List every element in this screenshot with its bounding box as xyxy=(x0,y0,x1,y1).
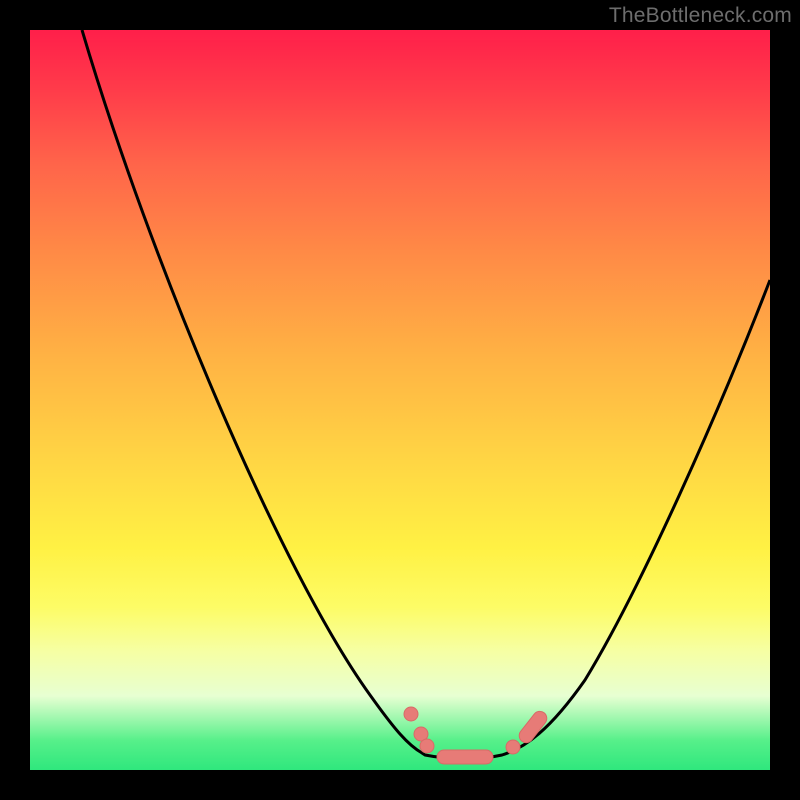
marker-valley-bar xyxy=(437,750,493,764)
marker-right-dot-1 xyxy=(506,740,520,754)
marker-left-dot-1 xyxy=(404,707,418,721)
watermark-text: TheBottleneck.com xyxy=(609,4,792,28)
bottleneck-curve xyxy=(82,30,770,759)
curve-layer xyxy=(30,30,770,770)
plot-area xyxy=(30,30,770,770)
marker-left-dot-3 xyxy=(420,739,434,753)
